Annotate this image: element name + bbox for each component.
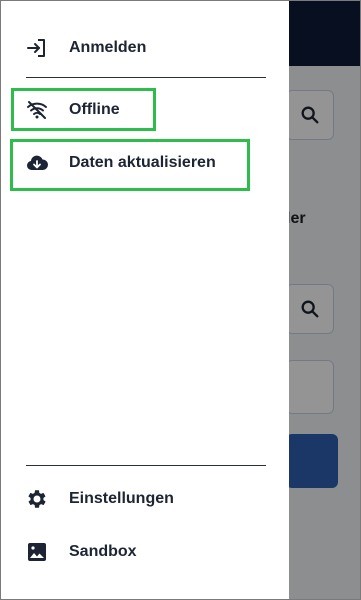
gear-icon [25,487,49,511]
divider-bottom [26,465,266,466]
login-icon [25,36,49,60]
divider-top [26,77,266,78]
highlight-box-offline [11,88,156,131]
drawer-item-label: Einstellungen [69,490,174,507]
drawer-item-anmelden[interactable]: Anmelden [0,26,289,70]
drawer-item-einstellungen[interactable]: Einstellungen [0,477,289,521]
drawer-item-label: Sandbox [69,543,137,560]
drawer-item-label: Anmelden [69,39,147,56]
image-icon [25,540,49,564]
navigation-drawer: Anmelden Offline Daten aktualisieren Ein… [0,0,289,600]
highlight-box-daten-aktualisieren [10,139,250,191]
drawer-item-sandbox[interactable]: Sandbox [0,530,289,574]
